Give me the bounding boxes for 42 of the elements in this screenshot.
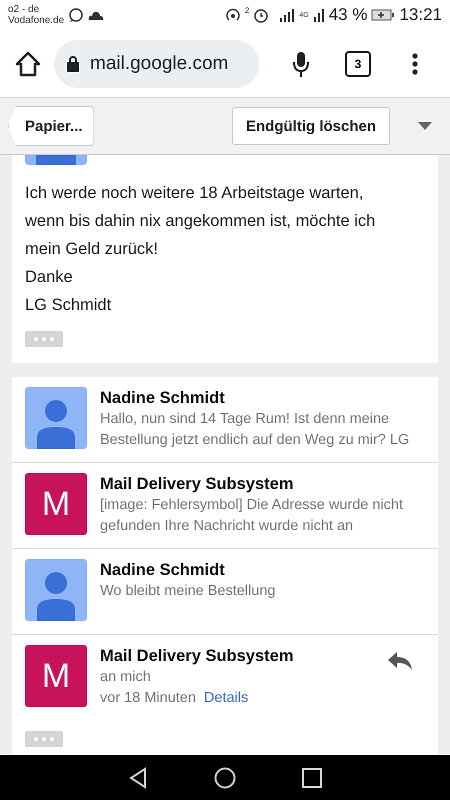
hotspot-count: 2 bbox=[244, 6, 250, 15]
url-text: mail.google.com bbox=[90, 52, 228, 74]
delete-forever-button[interactable]: Endgültig löschen bbox=[232, 107, 390, 145]
dropdown-caret-icon[interactable] bbox=[418, 122, 432, 130]
message-text: Danke bbox=[25, 267, 74, 288]
hotspot-icon bbox=[224, 7, 241, 23]
microphone-icon[interactable] bbox=[291, 50, 311, 78]
details-link[interactable]: Details bbox=[204, 688, 248, 709]
recents-nav-icon[interactable] bbox=[302, 768, 322, 788]
cloud-icon bbox=[88, 10, 104, 20]
sender-name: Mail Delivery Subsystem bbox=[100, 646, 295, 667]
ellipsis-icon bbox=[33, 736, 55, 742]
recipient-text: an mich bbox=[100, 668, 152, 687]
ellipsis-icon bbox=[33, 336, 55, 342]
sender-name: Nadine Schmidt bbox=[100, 388, 226, 409]
home-nav-icon[interactable] bbox=[214, 766, 236, 788]
back-nav-icon[interactable] bbox=[128, 766, 148, 788]
sender-name: Mail Delivery Subsystem bbox=[100, 474, 295, 495]
battery-icon bbox=[371, 9, 396, 21]
message-text: LG Schmidt bbox=[25, 295, 112, 316]
chat-bubble-icon bbox=[68, 7, 84, 23]
address-bar[interactable]: mail.google.com bbox=[54, 40, 259, 88]
message-time: vor 18 Minuten bbox=[100, 689, 196, 708]
signal-icon bbox=[312, 8, 325, 22]
home-icon[interactable] bbox=[14, 50, 42, 78]
alarm-icon bbox=[253, 7, 270, 23]
letter-avatar: M bbox=[25, 473, 87, 535]
signal-icon bbox=[279, 8, 296, 22]
message-text: Ich werde noch weitere 18 Arbeitstage warten, wenn bis dahin nix angekommen ist, möchte ich mein Geld zurück! bbox=[25, 183, 376, 260]
message-snippet: Wo bleibt meine Bestellung bbox=[100, 582, 276, 601]
letter-avatar: M bbox=[25, 645, 87, 707]
reply-icon[interactable] bbox=[387, 651, 413, 671]
tab-count-button[interactable]: 3 bbox=[345, 50, 371, 76]
battery-percent: 43 % bbox=[328, 5, 368, 25]
message-snippet: [image: Fehlersymbol] Die Adresse wurde nicht gefunden Ihre Nachricht wurde nicht an bbox=[100, 496, 404, 536]
back-button[interactable]: Papier... bbox=[8, 106, 94, 146]
message-snippet: Hallo, nun sind 14 Tage Rum! Ist denn meine Bestellung jetzt endlich auf den Weg zu mir? LG bbox=[100, 410, 410, 450]
sender-name: Nadine Schmidt bbox=[100, 560, 226, 581]
clock-time: 13:21 bbox=[399, 5, 442, 25]
carrier-name: o2 - de Vodafone.de bbox=[8, 4, 64, 26]
lock-icon bbox=[66, 54, 80, 72]
more-options-icon[interactable] bbox=[411, 52, 419, 76]
